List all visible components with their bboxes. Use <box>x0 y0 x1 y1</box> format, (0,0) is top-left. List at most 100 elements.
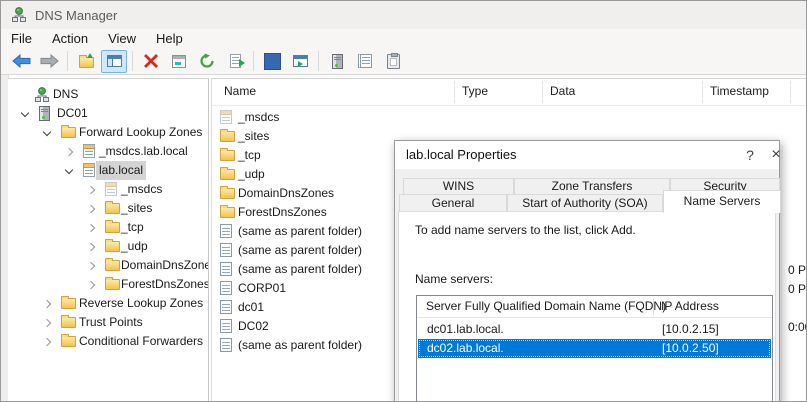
record-name: DC02 <box>238 317 269 336</box>
tree-item-tcp[interactable]: _tcp <box>8 218 208 237</box>
chevron-right-icon[interactable] <box>43 300 51 308</box>
toolbar-separator <box>253 51 254 71</box>
dns-root-icon <box>34 87 50 103</box>
column-header-name[interactable]: Name <box>224 84 256 98</box>
record-icon <box>220 224 232 238</box>
record-name: CORP01 <box>238 279 286 298</box>
window-title: DNS Manager <box>35 8 117 23</box>
record-name: _sites <box>238 127 269 146</box>
dialog-help-button[interactable]: ? <box>737 141 763 169</box>
chevron-right-icon[interactable] <box>65 148 73 156</box>
refresh-button[interactable] <box>194 50 220 73</box>
ip-column-header[interactable]: IP Address <box>661 299 719 313</box>
chevron-right-icon[interactable] <box>43 338 51 346</box>
tree-item-trust-points[interactable]: Trust Points <box>8 313 208 332</box>
server-button[interactable] <box>324 50 350 73</box>
tree-item-label: _tcp <box>118 218 147 237</box>
menu-file[interactable]: File <box>1 29 42 48</box>
notebook-button[interactable] <box>352 50 378 73</box>
chevron-right-icon[interactable] <box>43 319 51 327</box>
tree-item-label: Forward Lookup Zones <box>76 123 205 142</box>
console-tree-pane[interactable]: DNSDC01Forward Lookup Zones_msdcs.lab.lo… <box>8 78 209 401</box>
record-name: ForestDnsZones <box>238 203 327 222</box>
column-header-type[interactable]: Type <box>462 84 488 98</box>
dialog-title-bar: lab.local Properties ? × <box>395 141 779 169</box>
server-icon <box>39 106 50 121</box>
tree-item-lab-local[interactable]: lab.local <box>8 161 208 180</box>
chevron-right-icon[interactable] <box>87 243 95 251</box>
column-header-data[interactable]: Data <box>550 84 575 98</box>
zone-dim-icon <box>105 182 117 196</box>
menu-help[interactable]: Help <box>146 29 193 48</box>
clipboard-button[interactable] <box>380 50 406 73</box>
menu-action[interactable]: Action <box>42 29 98 48</box>
tree-item-label: Conditional Forwarders <box>76 332 206 351</box>
column-divider[interactable] <box>542 81 543 103</box>
up-level-button[interactable] <box>73 50 99 73</box>
refresh-icon <box>199 53 215 69</box>
zone-icon <box>83 163 95 177</box>
back-button[interactable] <box>8 50 34 73</box>
chevron-right-icon[interactable] <box>87 262 95 270</box>
toolbar <box>1 48 806 75</box>
tree-item-msdcs[interactable]: _msdcs <box>8 180 208 199</box>
properties-button[interactable] <box>166 50 192 73</box>
tab-name-servers[interactable]: Name Servers <box>663 190 781 213</box>
tab-zone-transfers[interactable]: Zone Transfers <box>514 178 670 195</box>
toolbar-separator <box>318 51 319 71</box>
folder-icon <box>61 336 76 347</box>
tab-start-of-authority-soa[interactable]: Start of Authority (SOA) <box>507 194 663 212</box>
record-name: (same as parent folder) <box>238 260 362 279</box>
notebook-icon <box>358 54 372 68</box>
menu-view[interactable]: View <box>98 29 146 48</box>
record-name: (same as parent folder) <box>238 222 362 241</box>
chevron-down-icon[interactable] <box>43 128 51 136</box>
name-server-row-dc01-lab-local[interactable]: dc01.lab.local.[10.0.2.15] <box>418 320 771 339</box>
tree-item-udp[interactable]: _udp <box>8 237 208 256</box>
show-console-tree-icon <box>107 55 122 67</box>
delete-button[interactable] <box>138 50 164 73</box>
record-icon <box>220 338 232 352</box>
chevron-right-icon[interactable] <box>87 224 95 232</box>
tab-general[interactable]: General <box>399 194 507 212</box>
tree-item-sites[interactable]: _sites <box>8 199 208 218</box>
column-divider[interactable] <box>790 81 791 103</box>
tree-item-msdcs-lab-local[interactable]: _msdcs.lab.local <box>8 142 208 161</box>
console-window-button[interactable] <box>287 50 313 73</box>
tree-item-forestdnszones[interactable]: ForestDnsZones <box>8 275 208 294</box>
list-column-header: Name Type Data Timestamp <box>212 79 806 106</box>
app-icon <box>11 7 27 23</box>
tree-item-label: lab.local <box>96 161 146 180</box>
tree-item-dc01[interactable]: DC01 <box>8 104 208 123</box>
help-button[interactable] <box>259 50 285 73</box>
chevron-right-icon[interactable] <box>87 186 95 194</box>
tree-item-reverse-lookup-zones[interactable]: Reverse Lookup Zones <box>8 294 208 313</box>
dialog-close-button[interactable]: × <box>763 141 789 169</box>
chevron-right-icon[interactable] <box>87 281 95 289</box>
chevron-down-icon[interactable] <box>21 109 29 117</box>
forward-button[interactable] <box>36 50 62 73</box>
show-console-tree-button[interactable] <box>101 50 127 73</box>
tree-item-conditional-forwarders[interactable]: Conditional Forwarders <box>8 332 208 351</box>
column-header-timestamp[interactable]: Timestamp <box>710 84 769 98</box>
fqdn-column-header[interactable]: Server Fully Qualified Domain Name (FQDN… <box>426 299 666 313</box>
chevron-right-icon[interactable] <box>87 205 95 213</box>
tree-item-dns[interactable]: DNS <box>8 85 208 104</box>
column-divider[interactable] <box>454 81 455 103</box>
tree-item-label: DNS <box>50 85 81 104</box>
properties-dialog: lab.local Properties ? × WINSZone Transf… <box>394 140 780 402</box>
export-list-button[interactable] <box>222 50 248 73</box>
name-servers-listbox[interactable]: Server Fully Qualified Domain Name (FQDN… <box>416 295 773 402</box>
column-divider[interactable] <box>702 81 703 103</box>
record-icon <box>220 262 232 276</box>
chevron-down-icon[interactable] <box>65 166 73 174</box>
tree-item-forward-lookup-zones[interactable]: Forward Lookup Zones <box>8 123 208 142</box>
list-row-msdcs[interactable]: _msdcs <box>212 108 806 127</box>
listbox-header: Server Fully Qualified Domain Name (FQDN… <box>417 296 772 318</box>
timestamp-fragment: 0 P <box>788 263 806 277</box>
toolbar-separator <box>132 51 133 71</box>
toolbar-separator <box>67 51 68 71</box>
name-server-row-dc02-lab-local[interactable]: dc02.lab.local.[10.0.2.50] <box>418 339 771 358</box>
tab-wins[interactable]: WINS <box>403 178 514 195</box>
tree-item-domaindnszones[interactable]: DomainDnsZones <box>8 256 208 275</box>
